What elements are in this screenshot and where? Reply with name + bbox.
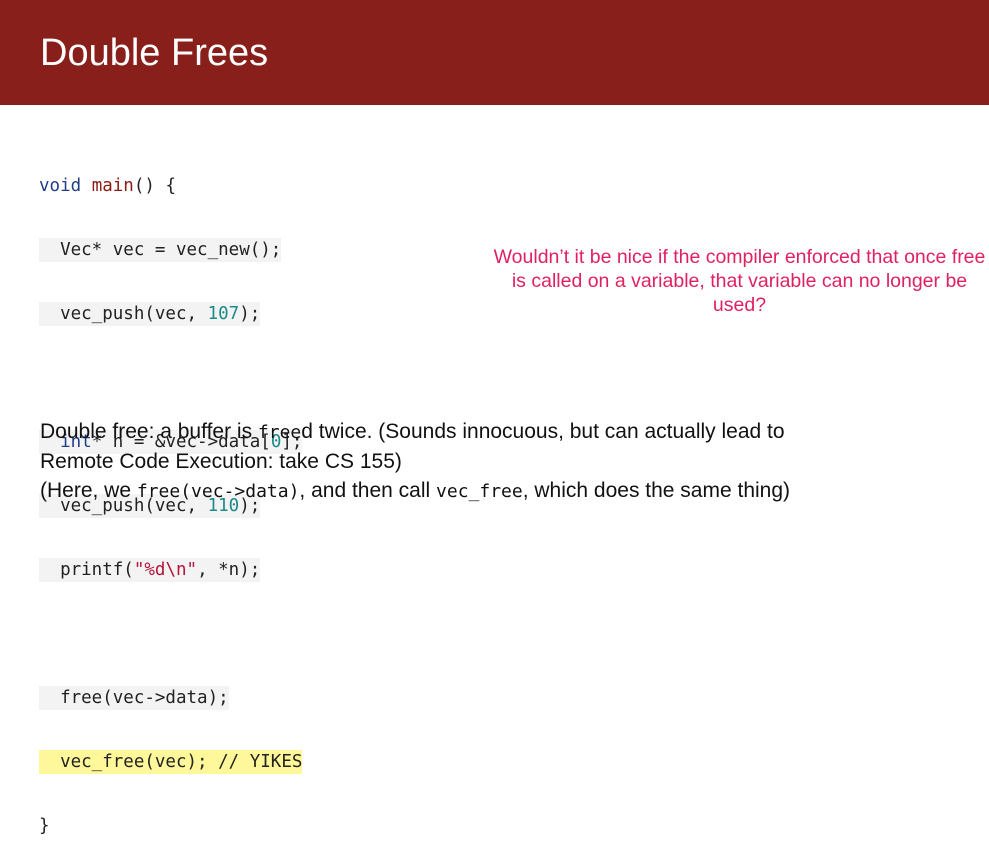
code-text: } — [39, 816, 50, 836]
code-indent — [39, 686, 61, 710]
code-indent — [39, 750, 61, 774]
code-text: Vec* vec = vec_new(); — [60, 238, 282, 262]
slide-title: Double Frees — [40, 32, 269, 74]
code-text: vec_free(vec); // YIKES — [60, 750, 303, 774]
code-text: () { — [133, 176, 177, 196]
code-number: 107 — [207, 304, 240, 324]
code-text: free(vec->data); — [60, 686, 229, 710]
code-text: printf( — [60, 560, 134, 580]
inline-code: vec_free — [436, 481, 523, 502]
code-line: free(vec->data); — [39, 686, 339, 710]
code-text: vec_push(vec, — [60, 304, 208, 324]
code-keyword: void — [39, 176, 82, 196]
code-line: Vec* vec = vec_new(); — [39, 238, 339, 262]
code-content: printf("%d\n", *n); — [60, 558, 261, 582]
callout-text: Wouldn’t it be nice if the compiler enfo… — [493, 246, 986, 316]
description-line: Double free: a buffer is freed twice. (S… — [40, 417, 980, 447]
code-line: void main() { — [39, 174, 339, 198]
code-string: "%d\n" — [133, 560, 198, 580]
description-text: , which does the same thing) — [522, 479, 791, 502]
code-function-name: main — [91, 176, 134, 196]
code-line: } — [39, 814, 339, 838]
description-line: (Here, we free(vec->data), and then call… — [40, 476, 980, 506]
code-indent — [39, 558, 61, 582]
description-line: Remote Code Execution: take CS 155) — [40, 447, 980, 476]
code-content: vec_push(vec, 107); — [60, 302, 261, 326]
code-indent — [39, 302, 61, 326]
code-line: vec_push(vec, 107); — [39, 302, 339, 326]
description: Double free: a buffer is freed twice. (S… — [40, 417, 980, 506]
description-text: Double free: a buffer is — [40, 420, 258, 443]
slide-header: Double Frees — [0, 0, 989, 105]
code-indent — [39, 238, 61, 262]
inline-code: free(vec->data) — [136, 481, 300, 502]
code-line-highlighted: vec_free(vec); // YIKES — [39, 750, 339, 774]
code-text: , *n); — [197, 560, 261, 580]
code-text: ); — [239, 304, 261, 324]
description-text: d twice. (Sounds innocuous, but can actu… — [301, 420, 785, 443]
inline-code: free — [257, 422, 302, 443]
description-text: Remote Code Execution: take CS 155) — [40, 450, 402, 473]
description-text: , and then call — [299, 479, 437, 502]
code-line: printf("%d\n", *n); — [39, 558, 339, 582]
description-text: (Here, we — [40, 479, 137, 502]
